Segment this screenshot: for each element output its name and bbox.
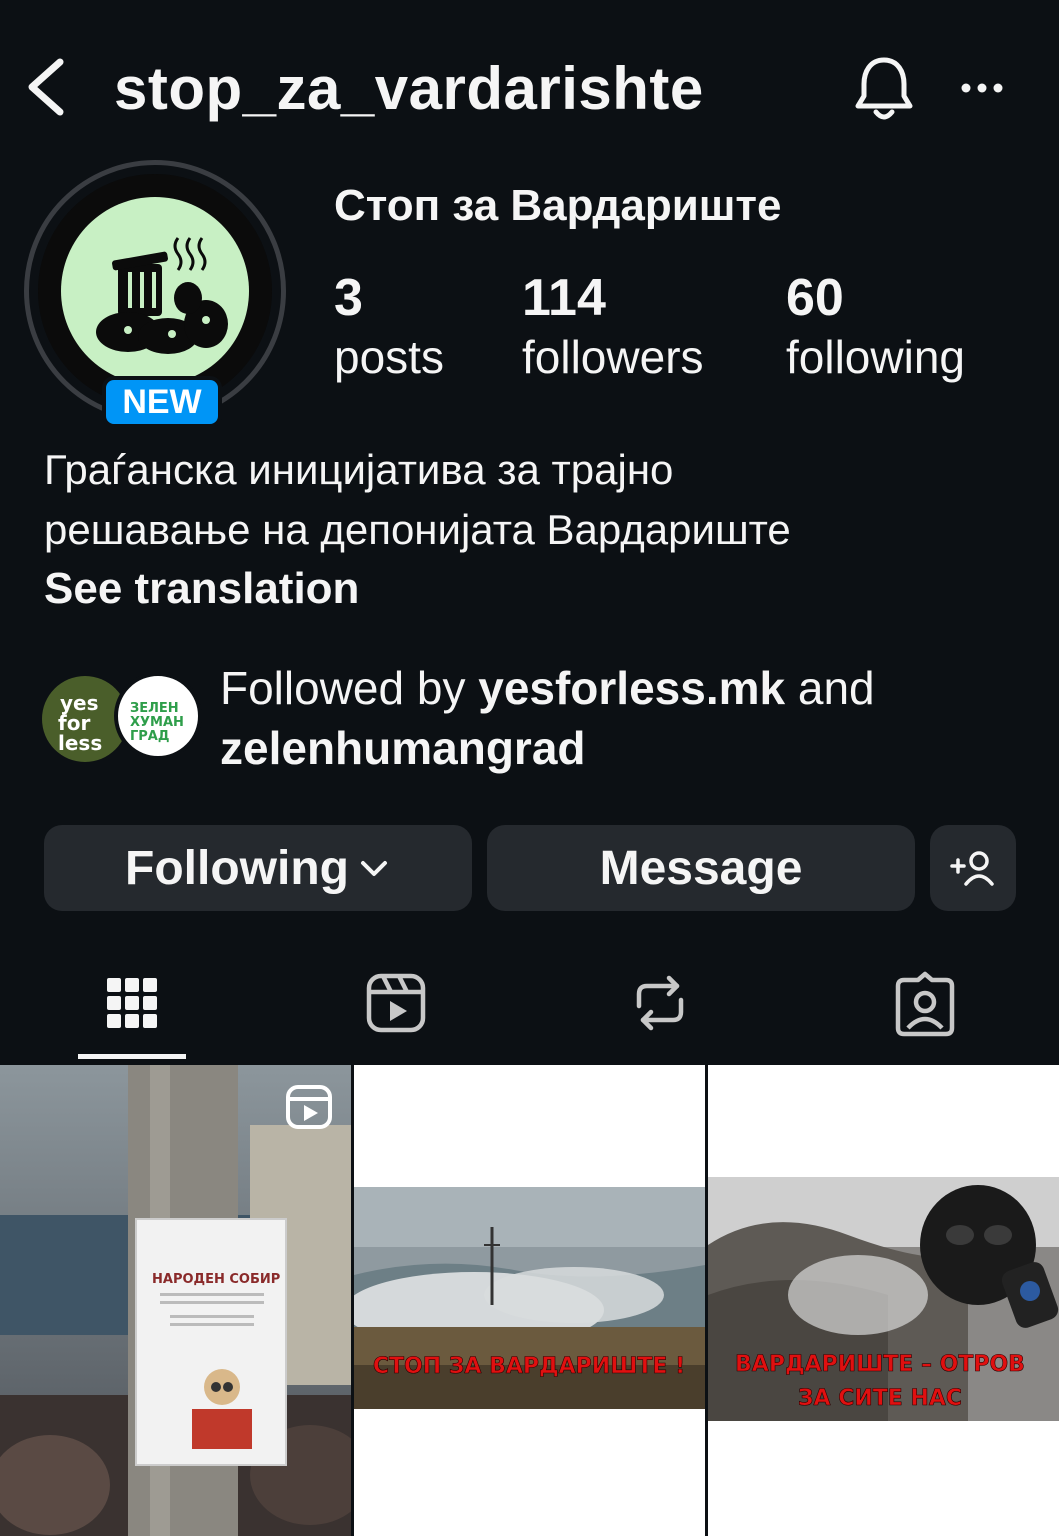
see-translation-link[interactable]: See translation bbox=[44, 560, 359, 618]
followed-by-user[interactable]: yesforless.mk bbox=[478, 662, 785, 714]
back-icon[interactable] bbox=[22, 54, 72, 120]
tagged-icon[interactable] bbox=[890, 966, 960, 1040]
profile-bio: Граѓанска иницијатива за трајно решавање… bbox=[44, 440, 1024, 560]
add-user-icon bbox=[950, 851, 994, 886]
post-caption: СТОП ЗА ВАРДАРИШТЕ ! bbox=[373, 1354, 685, 1379]
post-thumbnail[interactable]: НАРОДЕН СОБИР bbox=[0, 1065, 351, 1536]
reels-icon[interactable] bbox=[361, 966, 431, 1040]
following-count: 60 bbox=[786, 269, 844, 327]
followed-by-prefix: Followed by bbox=[220, 662, 466, 714]
following-button-label: Following bbox=[125, 841, 349, 895]
post-image-landfill-smoke: СТОП ЗА ВАРДАРИШТЕ ! bbox=[354, 1065, 705, 1536]
bio-line: решавање на депонијата Вардариште bbox=[44, 506, 791, 553]
more-options-icon[interactable] bbox=[956, 70, 1008, 106]
posts-count: 3 bbox=[334, 269, 363, 327]
poster-title: НАРОДЕН СОБИР bbox=[152, 1272, 280, 1287]
stat-posts[interactable]: 3 posts bbox=[334, 268, 444, 386]
active-tab-indicator bbox=[78, 1054, 186, 1059]
chevron-down-icon bbox=[360, 861, 387, 876]
reposts-icon[interactable] bbox=[625, 966, 695, 1040]
profile-username: stop_za_vardarishte bbox=[114, 55, 704, 122]
svg-text:ГРАД: ГРАД bbox=[130, 729, 169, 744]
message-button-label: Message bbox=[599, 841, 803, 895]
stat-followers[interactable]: 114 followers bbox=[522, 268, 704, 386]
avatar-zelenhumangrad: ЗЕЛЕН ХУМАН ГРАД bbox=[114, 672, 202, 760]
svg-text:ЗЕЛЕН: ЗЕЛЕН bbox=[130, 701, 179, 716]
post-thumbnail[interactable]: СТОП ЗА ВАРДАРИШТЕ ! bbox=[354, 1065, 705, 1536]
posts-label: posts bbox=[334, 331, 444, 383]
avatar-logo: СТОП ЗА ВАРДАРИШТЕ bbox=[38, 174, 272, 408]
svg-text:less: less bbox=[58, 731, 102, 755]
post-thumbnail[interactable]: ВАРДАРИШТЕ – ОТРОВ ЗА СИТЕ НАС bbox=[708, 1065, 1059, 1536]
stat-following[interactable]: 60 following bbox=[786, 268, 965, 386]
followed-by-user[interactable]: zelenhumangrad bbox=[220, 722, 586, 774]
followers-count: 114 bbox=[522, 269, 606, 327]
followed-by-text[interactable]: Followed by yesforless.mk and zelenhuman… bbox=[220, 658, 1020, 778]
bell-icon[interactable] bbox=[850, 52, 918, 124]
display-name: Стоп за Вардариште bbox=[334, 181, 782, 230]
followed-by-conj: and bbox=[797, 662, 875, 714]
post-image-poster-on-pole: НАРОДЕН СОБИР bbox=[0, 1065, 351, 1536]
logo-graphic: СТОП ЗА ВАРДАРИШТЕ bbox=[38, 174, 272, 408]
following-button[interactable]: Following bbox=[44, 825, 472, 911]
mutual-followers-avatars[interactable]: yes for less ЗЕЛЕН ХУМАН ГРАД bbox=[42, 672, 202, 764]
bio-line: Граѓанска иницијатива за трајно bbox=[44, 446, 674, 493]
followers-label: followers bbox=[522, 331, 704, 383]
message-button[interactable]: Message bbox=[487, 825, 915, 911]
post-caption-line: ВАРДАРИШТЕ – ОТРОВ bbox=[735, 1352, 1025, 1377]
post-caption-line: ЗА СИТЕ НАС bbox=[798, 1386, 962, 1411]
grid-icon[interactable] bbox=[97, 966, 167, 1040]
new-badge: NEW bbox=[102, 376, 222, 428]
add-user-button[interactable] bbox=[930, 825, 1016, 911]
post-image-gas-mask: ВАРДАРИШТЕ – ОТРОВ ЗА СИТЕ НАС bbox=[708, 1065, 1059, 1536]
following-label: following bbox=[786, 331, 965, 383]
svg-text:ХУМАН: ХУМАН bbox=[130, 715, 184, 730]
